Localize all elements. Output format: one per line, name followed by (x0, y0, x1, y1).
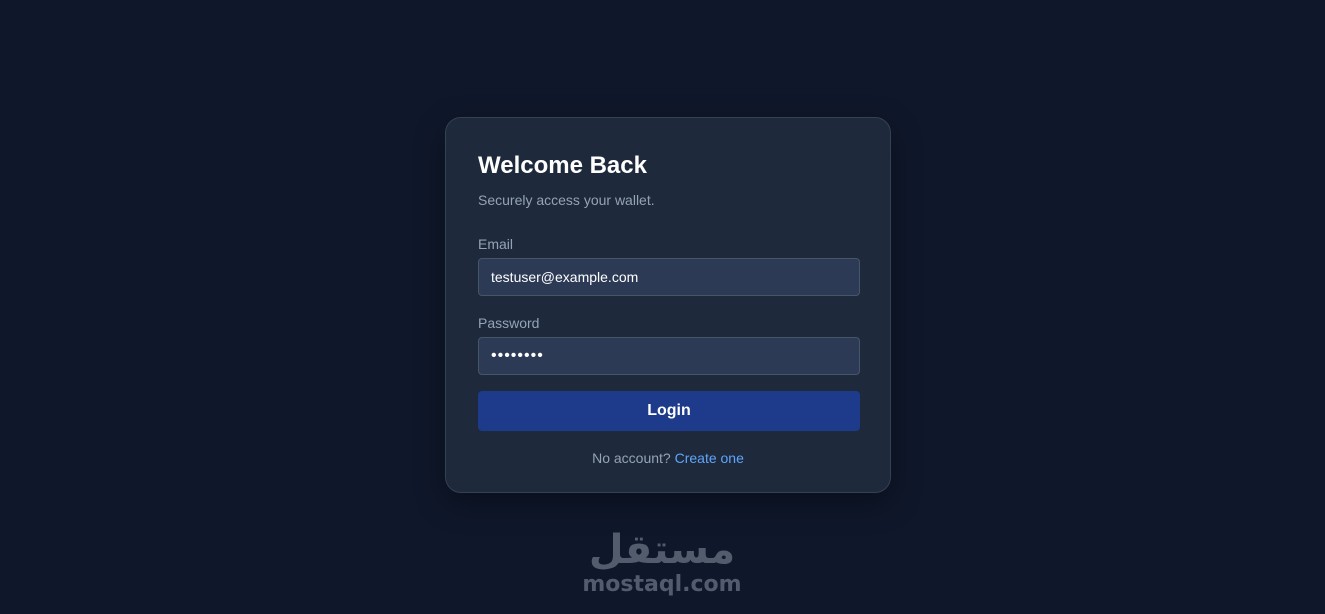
login-card: Welcome Back Securely access your wallet… (445, 117, 891, 493)
email-field[interactable] (478, 258, 860, 296)
login-button[interactable]: Login (478, 391, 860, 431)
mostaql-watermark: مستقل mostaql.com (562, 528, 762, 598)
watermark-latin: mostaql.com (582, 572, 742, 597)
page: Welcome Back Securely access your wallet… (0, 0, 1325, 614)
no-account-text: No account? (592, 450, 671, 466)
email-label: Email (478, 236, 514, 252)
watermark-arabic: مستقل (588, 527, 736, 573)
card-title: Welcome Back (478, 152, 647, 179)
card-subtitle: Securely access your wallet. (478, 192, 655, 208)
password-field[interactable] (478, 337, 860, 375)
signup-prompt: No account? Create one (478, 449, 858, 467)
password-label: Password (478, 315, 540, 331)
create-account-link[interactable]: Create one (675, 450, 744, 466)
